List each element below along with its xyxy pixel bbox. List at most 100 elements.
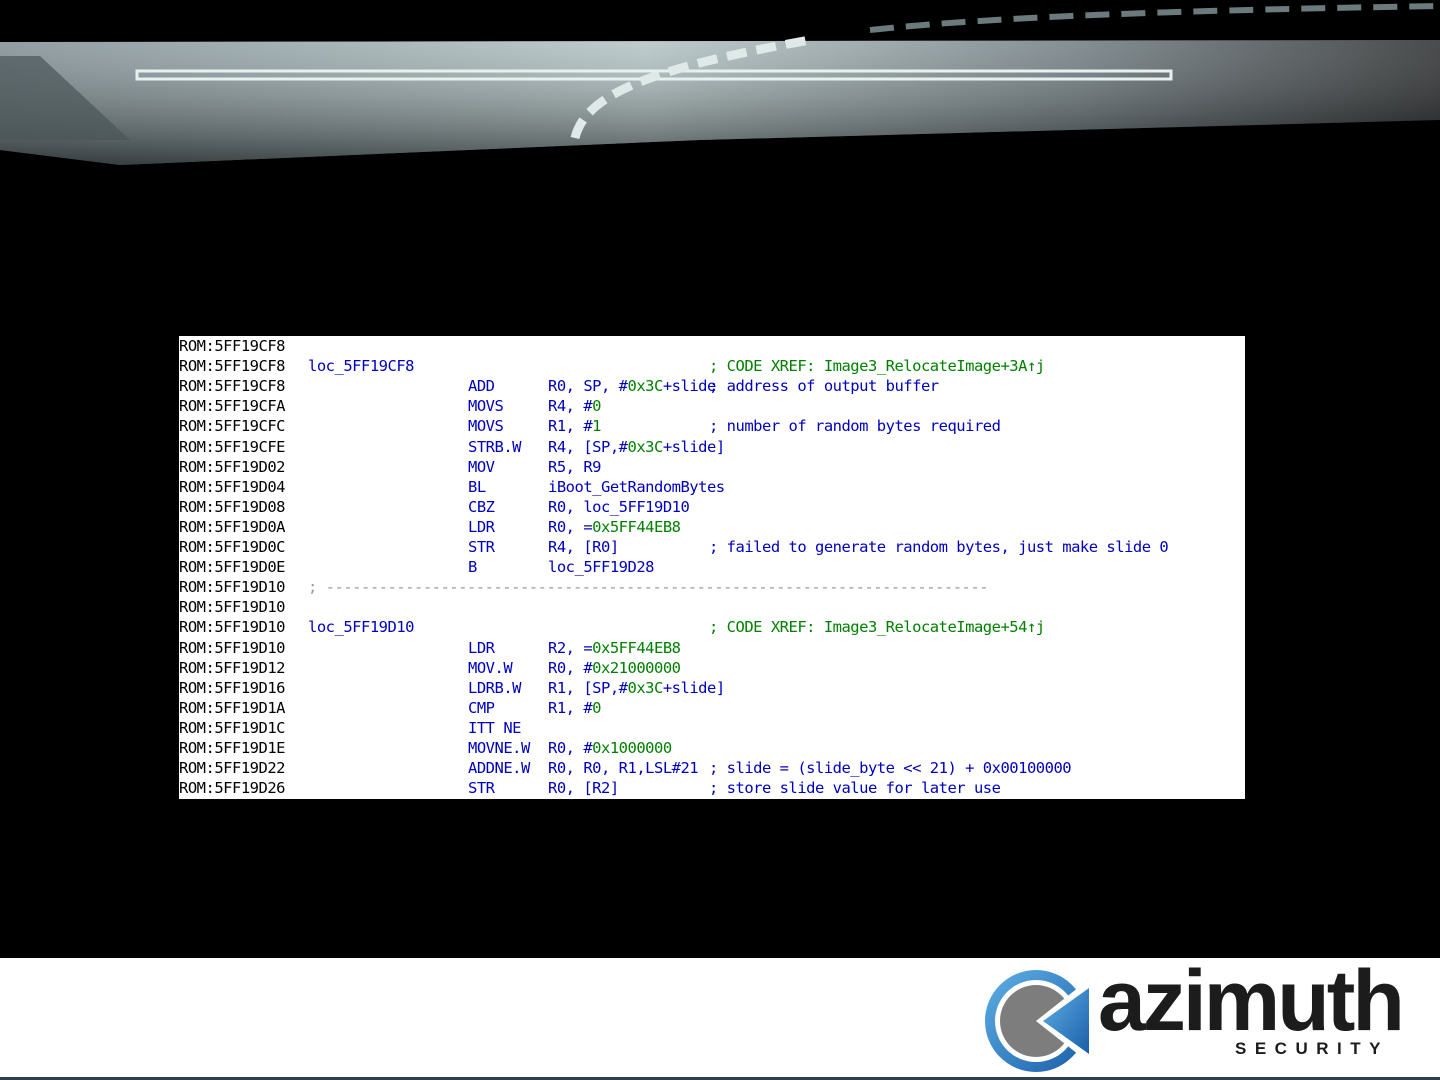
- logo-wordmark: azimuth: [1098, 953, 1405, 1049]
- code-operands: R2, =0x5FF44EB8: [548, 638, 681, 658]
- code-separator: ; --------------------------------------…: [308, 578, 989, 597]
- code-operands: R4, [SP,#0x3C+slide]: [548, 437, 725, 457]
- code-mnemonic: MOVS: [468, 397, 504, 416]
- code-operands: R0, [R2]: [548, 778, 619, 798]
- code-mnemonic: STR: [468, 779, 495, 798]
- code-address: ROM:5FF19D1C: [179, 718, 285, 737]
- code-comment: ; slide = (slide_byte << 21) + 0x0010000…: [709, 759, 1072, 778]
- code-mnemonic: ADD: [468, 377, 495, 396]
- code-mnemonic: ADDNE.W: [468, 759, 530, 778]
- code-address: ROM:5FF19CF8: [179, 337, 285, 355]
- code-mnemonic: B: [468, 558, 477, 577]
- code-mnemonic: MOV: [468, 457, 495, 476]
- code-mnemonic: CMP: [468, 698, 495, 717]
- code-label: loc_5FF19CF8: [308, 357, 414, 376]
- operand-token: 0x5FF44EB8: [592, 638, 681, 657]
- code-mnemonic: STR: [468, 538, 495, 556]
- logo-subtitle: SECURITY: [1235, 1039, 1389, 1058]
- code-address: ROM:5FF19D02: [179, 457, 285, 476]
- code-mnemonic: CBZ: [468, 497, 495, 516]
- code-address: ROM:5FF19D08: [179, 497, 285, 516]
- code-address: ROM:5FF19D10: [179, 598, 285, 617]
- code-operands: loc_5FF19D28: [548, 557, 654, 577]
- code-address: ROM:5FF19D1A: [179, 698, 285, 717]
- code-operands: iBoot_GetRandomBytes: [548, 477, 725, 497]
- code-comment: ; number of random bytes required: [709, 417, 1001, 436]
- azimuth-security-logo: azimuth SECURITY: [983, 953, 1405, 1076]
- code-mnemonic: MOV.W: [468, 658, 513, 677]
- code-mnemonic: ITT NE: [468, 718, 522, 737]
- code-operands: R0, =0x5FF44EB8: [548, 517, 681, 537]
- code-address: ROM:5FF19D10: [179, 638, 285, 657]
- code-mnemonic: LDR: [468, 638, 495, 657]
- operand-token: R0, R0, R1,LSL#21: [548, 759, 699, 778]
- operand-token: 0: [592, 397, 602, 416]
- azimuth-compass-icon: [985, 970, 1093, 1072]
- operand-token: R5, R9: [548, 457, 602, 476]
- operand-token: R0, [R2]: [548, 779, 619, 798]
- code-comment: ; failed to generate random bytes, just …: [709, 538, 1169, 556]
- code-operands: R4, [R0]: [548, 537, 619, 557]
- code-comment: ; CODE XREF: Image3_RelocateImage+54↑j: [709, 618, 1045, 637]
- operand-token: +slide: [662, 377, 717, 396]
- code-operands: R0, SP, #0x3C+slide: [548, 376, 716, 396]
- operand-token: 0x3C: [627, 437, 664, 456]
- operand-token: loc_5FF19D28: [548, 558, 654, 577]
- operand-token: 0x3C: [627, 678, 664, 697]
- operand-token: 0x5FF44EB8: [592, 517, 681, 536]
- operand-token: R1, #: [548, 698, 593, 717]
- code-address: ROM:5FF19D22: [179, 759, 285, 778]
- code-address: ROM:5FF19CFC: [179, 417, 285, 436]
- code-operands: R0, loc_5FF19D10: [548, 497, 690, 517]
- code-address: ROM:5FF19D0C: [179, 538, 285, 556]
- code-comment: ; store slide value for later use: [709, 779, 1001, 798]
- operand-token: R2, =: [548, 638, 593, 657]
- code-address: ROM:5FF19CFE: [179, 437, 285, 456]
- operand-token: R0, loc_5FF19D10: [548, 497, 690, 516]
- operand-token: 0x3C: [627, 377, 664, 396]
- code-label: loc_5FF19D10: [308, 618, 414, 637]
- code-comment: ; CODE XREF: Image3_RelocateImage+3A↑j: [709, 357, 1045, 376]
- code-operands: R1, [SP,#0x3C+slide]: [548, 678, 725, 698]
- code-address: ROM:5FF19D12: [179, 658, 285, 677]
- code-address: ROM:5FF19D26: [179, 779, 285, 798]
- code-mnemonic: MOVS: [468, 417, 504, 436]
- code-operands: R4, #0: [548, 396, 602, 416]
- code-operands: R1, #1: [548, 416, 602, 436]
- operand-token: R1, #: [548, 417, 593, 436]
- code-address: ROM:5FF19D10: [179, 618, 285, 637]
- header-banner: [0, 0, 1440, 170]
- operand-token: 0x21000000: [592, 658, 681, 677]
- code-mnemonic: LDR: [468, 517, 495, 536]
- operand-token: R0, #: [548, 658, 593, 677]
- code-address: ROM:5FF19D1E: [179, 739, 285, 757]
- code-address: ROM:5FF19CFA: [179, 397, 285, 416]
- operand-token: R4, #: [548, 397, 593, 416]
- code-address: ROM:5FF19D10: [179, 578, 285, 597]
- operand-token: 1: [592, 417, 602, 436]
- code-address: ROM:5FF19CF8: [179, 377, 285, 396]
- code-mnemonic: LDRB.W: [468, 678, 522, 697]
- code-address: ROM:5FF19D04: [179, 477, 285, 496]
- disassembly-listing: ROM:5FF19CF8 ROM:5FF19CF8 loc_5FF19CF8; CO…: [179, 336, 1245, 799]
- code-mnemonic: STRB.W: [468, 437, 522, 456]
- code-operands: R0, R0, R1,LSL#21: [548, 758, 699, 778]
- operand-token: R0, SP, #: [548, 377, 628, 396]
- operand-token: R4, [SP,#: [548, 437, 628, 456]
- code-operands: R0, #0x21000000: [548, 658, 681, 678]
- operand-token: iBoot_GetRandomBytes: [548, 477, 725, 496]
- operand-token: +slide]: [662, 678, 725, 697]
- code-operands: R5, R9: [548, 457, 602, 477]
- code-mnemonic: MOVNE.W: [468, 739, 530, 757]
- operand-token: R1, [SP,#: [548, 678, 628, 697]
- code-address: ROM:5FF19CF8: [179, 357, 285, 376]
- code-address: ROM:5FF19D0A: [179, 517, 285, 536]
- operand-token: R0, #: [548, 739, 593, 757]
- code-operands: R0, #0x1000000: [548, 738, 672, 758]
- code-comment: ; address of output buffer: [709, 377, 939, 396]
- operand-token: 0: [592, 698, 602, 717]
- operand-token: R0, =: [548, 517, 593, 536]
- code-operands: R1, #0: [548, 698, 602, 718]
- operand-token: +slide]: [662, 437, 725, 456]
- operand-token: 0x1000000: [592, 739, 672, 757]
